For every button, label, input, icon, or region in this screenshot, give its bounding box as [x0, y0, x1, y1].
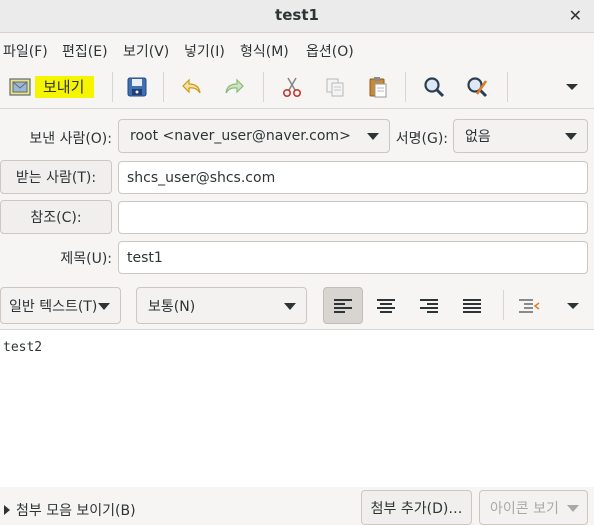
- attachment-bar: 첨부 모음 보이기(B) 첨부 추가(D)… 아이콘 보기: [0, 487, 594, 525]
- redo-icon: [225, 78, 244, 94]
- from-label: 보낸 사람(O):: [29, 131, 112, 147]
- toolbar-separator: [112, 72, 113, 102]
- align-right-icon: [420, 298, 438, 313]
- title-bar: test1 ✕: [0, 0, 594, 33]
- menu-format[interactable]: 형식(M): [240, 41, 289, 61]
- redo-button[interactable]: [216, 69, 252, 105]
- find-button[interactable]: [416, 69, 452, 105]
- align-left-button[interactable]: [323, 287, 363, 324]
- toolbar: 보내기: [0, 65, 594, 109]
- show-attachments-toggle[interactable]: 첨부 모음 보이기(B): [4, 500, 136, 520]
- paragraph-style-select[interactable]: 보통(N): [136, 287, 307, 324]
- add-attachment-button[interactable]: 첨부 추가(D)…: [361, 490, 472, 525]
- justify-icon: [463, 298, 481, 313]
- editor-mode-select[interactable]: 일반 텍스트(T): [0, 287, 121, 324]
- chevron-down-icon: [567, 302, 579, 309]
- toolbar-overflow-button[interactable]: [556, 69, 588, 105]
- justify-button[interactable]: [452, 287, 492, 324]
- menu-file[interactable]: 파일(F): [3, 41, 48, 61]
- scissors-icon: [282, 77, 302, 98]
- copy-button[interactable]: [317, 69, 353, 105]
- to-field[interactable]: shcs_user@shcs.com: [118, 161, 588, 194]
- align-center-icon: [377, 298, 395, 313]
- undo-button[interactable]: [174, 69, 210, 105]
- chevron-down-icon: [566, 84, 578, 90]
- copy-icon: [326, 78, 344, 97]
- find-replace-icon: [467, 77, 488, 98]
- undo-icon: [182, 78, 201, 94]
- to-value: shcs_user@shcs.com: [127, 169, 276, 186]
- to-button[interactable]: 받는 사람(T):: [0, 160, 112, 194]
- align-center-button[interactable]: [366, 287, 406, 324]
- format-overflow-button[interactable]: [553, 287, 593, 324]
- cc-button[interactable]: 참조(C):: [0, 200, 112, 234]
- paste-button[interactable]: [360, 69, 396, 105]
- chevron-down-icon: [284, 303, 296, 310]
- save-button[interactable]: [119, 69, 155, 105]
- signature-select[interactable]: 없음: [453, 119, 588, 153]
- signature-label: 서명(G):: [395, 131, 448, 147]
- send-label: 보내기: [35, 76, 95, 98]
- from-value: root <naver_user@naver.com>: [130, 128, 351, 144]
- message-body-text: test2: [3, 340, 43, 355]
- unindent-icon: [519, 298, 540, 313]
- format-separator: [503, 290, 504, 320]
- chevron-down-icon: [565, 133, 577, 140]
- replace-button[interactable]: [459, 69, 495, 105]
- show-attachments-label: 첨부 모음 보이기(B): [16, 503, 136, 519]
- clipboard-icon: [369, 77, 387, 98]
- toolbar-separator: [507, 72, 508, 102]
- subject-value: test1: [127, 249, 163, 266]
- toolbar-separator: [405, 72, 406, 102]
- chevron-down-icon: [367, 133, 379, 140]
- editor-mode-value: 일반 텍스트(T): [9, 298, 98, 315]
- from-select[interactable]: root <naver_user@naver.com>: [118, 119, 390, 153]
- send-mail-icon: [9, 78, 31, 96]
- icon-view-select[interactable]: 아이콘 보기: [479, 490, 588, 525]
- expander-arrow-icon: [4, 505, 10, 515]
- unindent-button[interactable]: [509, 287, 549, 324]
- icon-view-label: 아이콘 보기: [490, 500, 559, 517]
- paragraph-style-value: 보통(N): [148, 298, 196, 315]
- menu-options[interactable]: 옵션(O): [306, 41, 354, 61]
- menu-view[interactable]: 보기(V): [123, 41, 169, 61]
- window-title: test1: [275, 6, 319, 24]
- menu-edit[interactable]: 편집(E): [62, 41, 108, 61]
- search-icon: [424, 77, 445, 98]
- toolbar-separator: [163, 72, 164, 102]
- subject-field[interactable]: test1: [118, 241, 588, 274]
- chevron-down-icon: [567, 505, 579, 512]
- menu-bar: 파일(F) 편집(E) 보기(V) 넣기(I) 형식(M) 옵션(O): [0, 33, 594, 65]
- cut-button[interactable]: [274, 69, 310, 105]
- menu-insert[interactable]: 넣기(I): [184, 41, 225, 61]
- align-right-button[interactable]: [409, 287, 449, 324]
- message-body-editor[interactable]: test2: [0, 329, 594, 487]
- chevron-down-icon: [98, 303, 110, 310]
- close-icon[interactable]: ✕: [569, 6, 582, 25]
- signature-value: 없음: [465, 129, 491, 145]
- send-button[interactable]: 보내기: [3, 69, 109, 105]
- toolbar-separator: [263, 72, 264, 102]
- align-left-icon: [334, 298, 352, 313]
- save-icon: [127, 77, 147, 97]
- subject-label: 제목(U):: [60, 251, 112, 267]
- cc-field[interactable]: [118, 201, 588, 234]
